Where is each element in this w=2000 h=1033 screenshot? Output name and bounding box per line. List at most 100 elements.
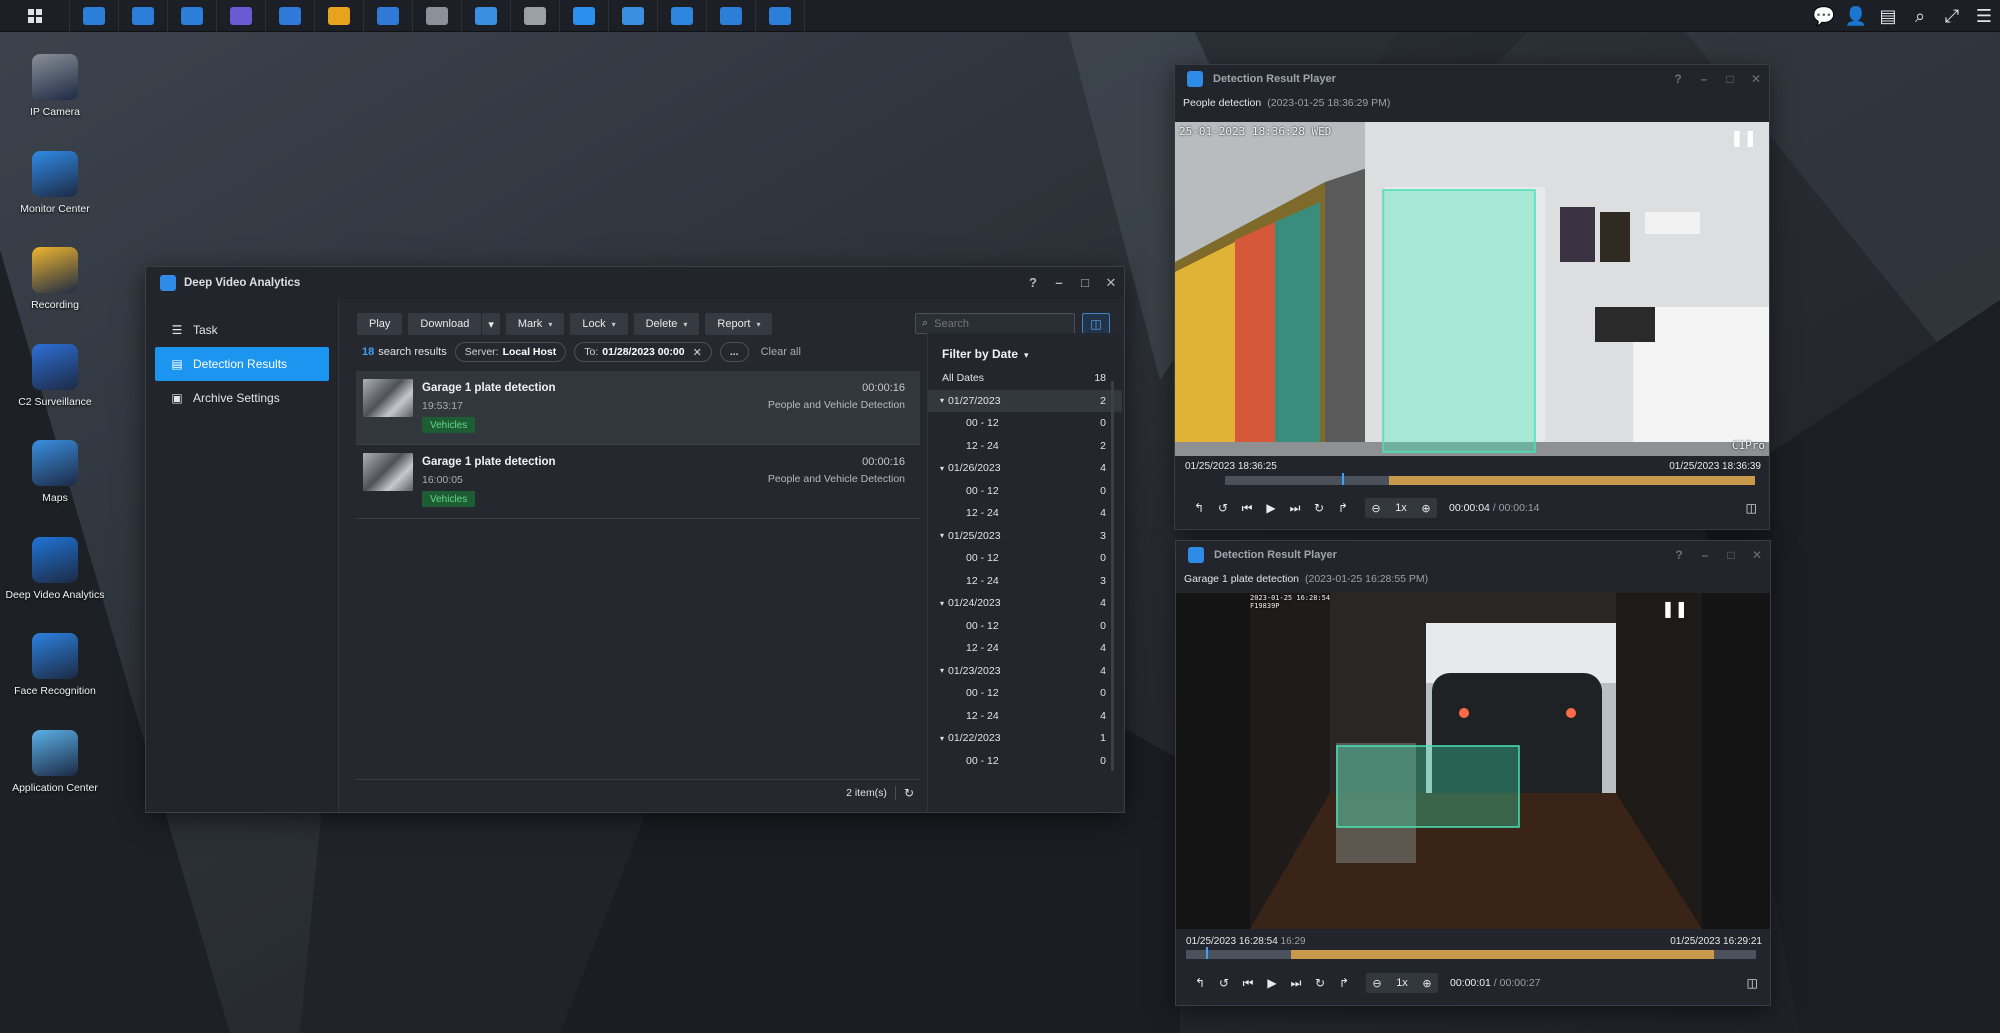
close-icon[interactable]: ✕ xyxy=(1743,72,1769,86)
taskbar-app-12[interactable] xyxy=(658,0,707,32)
chip-close-icon[interactable]: ✕ xyxy=(693,346,702,359)
sidebar-item-task[interactable]: ☰ Task xyxy=(155,313,329,347)
forward-icon[interactable]: ↱ xyxy=(1331,501,1355,515)
maximize-icon[interactable]: □ xyxy=(1718,548,1744,562)
result-row[interactable]: Garage 1 plate detection 19:53:17 Vehicles… xyxy=(356,371,920,445)
help-icon[interactable]: ? xyxy=(1666,548,1692,562)
back-icon[interactable]: ↰ xyxy=(1187,501,1211,515)
maximize-icon[interactable]: □ xyxy=(1717,72,1743,86)
filter-row[interactable]: All Dates 18 xyxy=(928,367,1122,390)
chevron-down-icon[interactable]: ▾ xyxy=(940,396,944,405)
download-button[interactable]: Download xyxy=(408,313,482,335)
filter-row[interactable]: ▾ 01/27/2023 2 xyxy=(928,389,1122,412)
plus-icon[interactable]: ⊕ xyxy=(1416,977,1438,990)
filter-row[interactable]: ▾ 01/26/2023 4 xyxy=(928,457,1122,480)
filter-row[interactable]: 00 - 12 0 xyxy=(928,750,1122,773)
layout-icon[interactable]: ◫ xyxy=(1746,501,1757,515)
close-icon[interactable]: ✕ xyxy=(1744,548,1770,562)
desktop-icon-face-recognition[interactable]: Face Recognition xyxy=(0,633,110,697)
fullscreen-icon[interactable]: ⤢ xyxy=(1936,0,1968,32)
taskbar-app-2[interactable] xyxy=(168,0,217,32)
video-frame-garage[interactable]: 2023-01-25 16:28:54 F19839P ❚❚ xyxy=(1176,593,1770,929)
video-frame-room[interactable]: 25-01-2023 18:36:28 WED C1Pro ❚❚ xyxy=(1175,122,1769,456)
report-button[interactable]: Report ▾ xyxy=(705,313,773,335)
delete-button[interactable]: Delete ▾ xyxy=(633,313,700,335)
help-icon[interactable]: ? xyxy=(1020,275,1046,291)
pause-icon[interactable]: ❚❚ xyxy=(1730,128,1757,148)
player-titlebar[interactable]: Detection Result Player ? – □ ✕ xyxy=(1176,541,1770,569)
player-titlebar[interactable]: Detection Result Player ? – □ ✕ xyxy=(1175,65,1769,93)
rewind-10-icon[interactable]: ↺ xyxy=(1211,501,1235,515)
filter-row[interactable]: 00 - 12 0 xyxy=(928,682,1122,705)
forward-10-icon[interactable]: ↻ xyxy=(1307,501,1331,515)
filter-row[interactable]: ▾ 01/24/2023 4 xyxy=(928,592,1122,615)
server-filter-chip[interactable]: Server: Local Host xyxy=(454,342,567,362)
timeline-playhead[interactable] xyxy=(1341,473,1344,485)
taskbar-app-14[interactable] xyxy=(756,0,805,32)
desktop-icon-monitor-center[interactable]: Monitor Center xyxy=(0,150,110,215)
filter-row[interactable]: 12 - 24 2 xyxy=(928,435,1122,458)
taskbar-app-9[interactable] xyxy=(511,0,560,32)
filter-row[interactable]: 00 - 12 0 xyxy=(928,547,1122,570)
user-icon[interactable]: 👤 xyxy=(1840,0,1872,32)
forward-icon[interactable]: ↱ xyxy=(1332,976,1356,990)
clear-all-link[interactable]: Clear all xyxy=(761,346,801,358)
timeline-track[interactable] xyxy=(1186,947,1756,959)
desktop-icon-recording[interactable]: Recording xyxy=(0,247,110,311)
search-box[interactable]: ⌕ xyxy=(915,313,1075,334)
chevron-down-icon[interactable]: ▾ xyxy=(940,464,944,473)
result-row[interactable]: Garage 1 plate detection 16:00:05 Vehicles… xyxy=(356,445,920,519)
taskbar-app-11[interactable] xyxy=(609,0,658,32)
back-icon[interactable]: ↰ xyxy=(1188,976,1212,990)
layout-icon[interactable]: ◫ xyxy=(1747,976,1758,990)
widgets-icon[interactable]: ▤ xyxy=(1872,0,1904,32)
taskbar-app-3[interactable] xyxy=(217,0,266,32)
chevron-down-icon[interactable]: ▾ xyxy=(940,531,944,540)
more-filters-button[interactable]: ... xyxy=(719,342,749,362)
minus-icon[interactable]: ⊖ xyxy=(1366,977,1388,990)
filter-row[interactable]: ▾ 01/22/2023 1 xyxy=(928,727,1122,750)
window-titlebar[interactable]: Deep Video Analytics ? – □ ✕ xyxy=(146,267,1124,299)
mark-button[interactable]: Mark ▾ xyxy=(505,313,565,335)
play-button[interactable]: Play xyxy=(357,313,403,335)
forward-10-icon[interactable]: ↻ xyxy=(1308,976,1332,990)
lock-button[interactable]: Lock ▾ xyxy=(570,313,628,335)
taskbar-app-13[interactable] xyxy=(707,0,756,32)
maximize-icon[interactable]: □ xyxy=(1072,275,1098,291)
taskbar-app-0[interactable] xyxy=(70,0,119,32)
play-icon[interactable]: ▶ xyxy=(1259,501,1283,515)
search-input[interactable] xyxy=(934,317,1055,330)
taskbar-app-10[interactable] xyxy=(560,0,609,32)
rewind-10-icon[interactable]: ↺ xyxy=(1212,976,1236,990)
filter-panel-toggle-button[interactable]: ◫ xyxy=(1082,313,1110,334)
help-icon[interactable]: ? xyxy=(1665,72,1691,86)
taskbar-app-1[interactable] xyxy=(119,0,168,32)
next-icon[interactable]: ⏭ xyxy=(1283,501,1307,516)
desktop-icon-c2-surveillance[interactable]: C2 Surveillance xyxy=(0,343,110,408)
chevron-down-icon[interactable]: ▾ xyxy=(940,666,944,675)
taskbar-app-6[interactable] xyxy=(364,0,413,32)
chat-icon[interactable]: 💬 xyxy=(1808,0,1840,32)
date-filter-chip[interactable]: To: 01/28/2023 00:00 ✕ xyxy=(574,342,712,362)
next-icon[interactable]: ⏭ xyxy=(1284,976,1308,991)
filter-row[interactable]: 12 - 24 3 xyxy=(928,570,1122,593)
main-menu-button[interactable] xyxy=(0,0,70,32)
chevron-down-icon[interactable]: ▾ xyxy=(940,599,944,608)
close-icon[interactable]: ✕ xyxy=(1098,275,1124,291)
filter-scrollbar[interactable] xyxy=(1111,381,1114,771)
search-icon[interactable]: ⌕ xyxy=(1904,0,1936,32)
filter-row[interactable]: 12 - 24 4 xyxy=(928,502,1122,525)
minus-icon[interactable]: ⊖ xyxy=(1365,502,1387,515)
filter-row[interactable]: 00 - 12 0 xyxy=(928,412,1122,435)
download-dropdown-button[interactable]: ▾ xyxy=(482,313,500,335)
filter-row[interactable]: 12 - 24 4 xyxy=(928,637,1122,660)
desktop-icon-deep-video-analytics[interactable]: Deep Video Analytics xyxy=(0,536,110,601)
previous-icon[interactable]: ⏮ xyxy=(1235,501,1259,516)
desktop-icon-application-center[interactable]: Application Center xyxy=(0,729,110,794)
minimize-icon[interactable]: – xyxy=(1046,275,1072,291)
filter-row[interactable]: 00 - 12 0 xyxy=(928,615,1122,638)
taskbar-app-5[interactable] xyxy=(315,0,364,32)
taskbar-app-8[interactable] xyxy=(462,0,511,32)
filter-row[interactable]: 00 - 12 0 xyxy=(928,480,1122,503)
minimize-icon[interactable]: – xyxy=(1691,72,1717,86)
